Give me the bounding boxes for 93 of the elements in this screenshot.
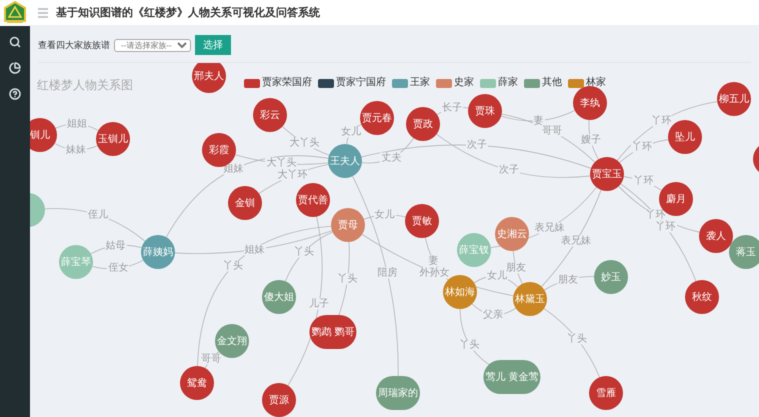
legend-label[interactable]: 其他 [542,77,562,89]
relation-label: 丫头 [293,246,316,258]
relation-label: 次子 [498,164,520,176]
person-node[interactable]: 贾政 [406,107,440,141]
chart-title: 红楼梦人物关系图 [37,77,133,94]
relation-label: 陪房 [376,268,398,279]
relation-label: 姐姐 [66,118,88,130]
person-node[interactable]: 贾敏 [405,204,439,238]
person-node[interactable]: 鸳鸯 [180,366,214,400]
relation-label: 哥哥 [200,354,222,365]
relation-label: 丫头 [458,339,481,350]
person-node[interactable]: 贾元春 [360,101,394,135]
person-node[interactable]: 薛姨妈 [141,235,175,269]
relation-label: 丈夫 [380,152,402,164]
legend-label[interactable]: 贾家宁国府 [336,77,386,89]
family-select[interactable]: --请选择家族-- [114,38,191,52]
relation-label: 丫环 [631,142,654,153]
menu-icon[interactable] [38,8,48,18]
help-icon[interactable] [9,88,21,100]
relation-label: 女儿 [374,210,396,220]
relation-label: 表兄妹 [560,236,592,247]
select-button[interactable]: 选择 [195,35,231,55]
person-node[interactable]: 林黛玉 [513,282,547,316]
person-node[interactable]: 玉钏儿 [96,122,130,156]
person-node[interactable]: 林如海 [443,275,477,309]
legend-label[interactable]: 林家 [586,77,606,89]
legend-swatch[interactable] [480,78,496,88]
person-node[interactable]: 蒋玉 [729,235,759,269]
relation-label: 次子 [466,140,488,151]
legend-label[interactable]: 贾家荣国府 [262,77,312,89]
legend-label[interactable]: 史家 [454,77,474,89]
relation-label: 朋友 [557,274,580,286]
person-node[interactable]: 秋纹 [685,280,719,314]
relation-label: 丫环 [654,221,677,232]
legend-swatch[interactable] [524,78,540,88]
legend-swatch[interactable] [392,78,408,88]
person-node[interactable]: 周瑞家的 [376,376,420,410]
filter-label: 查看四大家族族谱 [38,40,110,52]
relation-label: 丫环 [632,176,654,187]
person-node[interactable]: 贾源 [262,383,296,417]
relation-label: 姑母 [104,240,127,252]
relation-label: 父亲 [482,309,504,320]
relation-label: 表兄妹 [534,222,566,234]
legend-swatch[interactable] [318,78,334,88]
relation-label: 嫂子 [580,134,602,146]
person-node[interactable]: 鹦鹉 鹦哥 [309,315,357,349]
logo-icon [3,1,27,25]
person-node[interactable]: 袭人 [699,219,733,253]
relation-label: 大丫头 [265,158,298,169]
pie-chart-icon[interactable] [9,62,21,74]
relation-label: 女儿 [486,270,508,282]
person-node[interactable]: 邢夫人 [192,63,226,93]
legend-swatch[interactable] [244,78,260,88]
legend-label[interactable]: 王家 [410,77,430,89]
relation-label: 妻 [532,115,545,126]
person-node[interactable]: 钏儿 [30,118,57,152]
person-node[interactable]: 柳五儿 [717,82,751,116]
relation-label: 哥哥 [540,126,563,137]
person-node[interactable]: 莺儿 黄金莺 [483,360,541,394]
relation-label: 丫头 [336,274,358,285]
legend-swatch[interactable] [436,78,452,88]
person-node[interactable]: 贾母 [331,208,365,242]
relation-label: 大丫环 [276,170,308,181]
relation-label: 大丫头 [288,138,320,149]
relation-label: 姐妹 [244,244,266,256]
relation-label: 妹妹 [64,144,87,156]
person-node[interactable]: 妙玉 [594,260,628,294]
person-node[interactable]: 贾珠 [468,94,502,128]
person-node[interactable]: 贾宝玉 [590,157,624,191]
relation-line [544,308,600,378]
relation-label: 外孙女 [418,267,451,278]
relation-label: 丫头 [566,333,588,344]
person-node[interactable]: 王夫人 [328,144,362,178]
relation-label: 女儿 [340,126,362,138]
relation-label: 丫头 [222,260,244,272]
person-node[interactable]: 彩云 [253,98,287,132]
search-icon[interactable] [9,36,21,48]
legend-label[interactable]: 薛家 [498,77,518,89]
relation-label: 侄儿 [87,209,110,220]
relation-label: 妻 [428,255,440,266]
person-node[interactable]: 史湘云 [495,217,529,251]
relation-label: 长子 [441,102,464,114]
relation-label: 侄女 [107,262,130,274]
person-node[interactable]: 金钏 [228,186,262,220]
person-node[interactable]: 雪雁 [589,376,623,410]
person-node[interactable]: 傻大姐 [262,280,296,314]
person-node[interactable]: 李纨 [573,86,607,120]
relation-label: 朋友 [505,262,528,274]
legend-swatch[interactable] [568,78,584,88]
relation-label: 儿子 [308,298,330,310]
person-node[interactable]: 贾代善 [296,183,330,217]
relation-label: 丫环 [650,116,672,127]
app-title: 基于知识图谱的《红楼梦》人物关系可视化及问答系统 [56,5,320,20]
